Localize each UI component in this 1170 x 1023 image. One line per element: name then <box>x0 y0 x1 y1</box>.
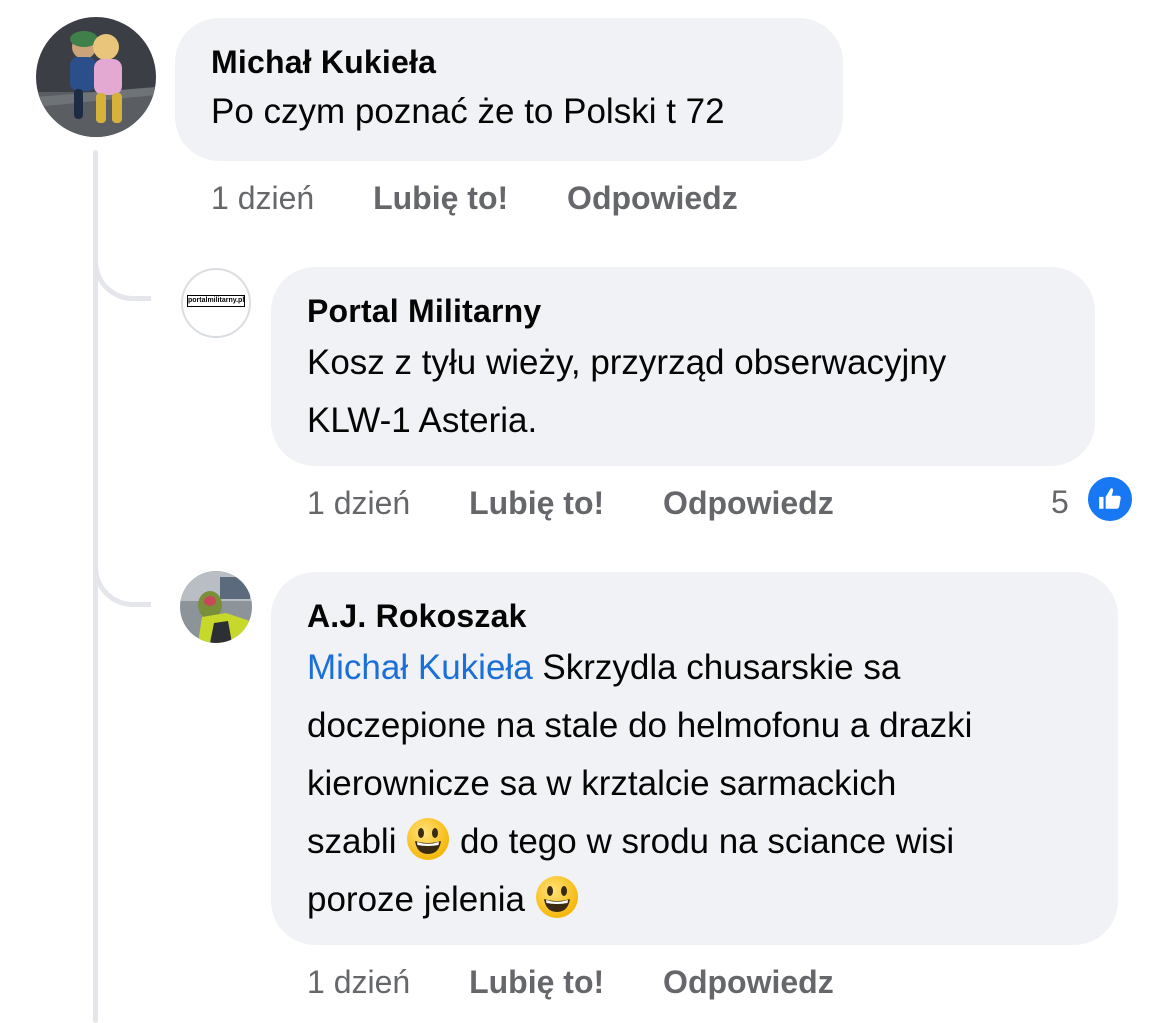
portal-logo: portalmilitarny.pl <box>187 295 245 307</box>
comment-bubble: Michał Kukieła Po czym poznać że to Pols… <box>175 18 843 161</box>
comment-text-line: Kosz z tyłu wieży, przyrząd obserwacyjny <box>307 343 947 382</box>
reaction-count[interactable]: 5 <box>1051 484 1069 521</box>
comment-text: szabli <box>307 822 407 861</box>
user-photo-icon <box>36 17 156 137</box>
grinning-face-emoji <box>535 876 578 918</box>
mention-link[interactable]: Michał Kukieła <box>307 648 533 687</box>
like-button[interactable]: Lubię to! <box>469 964 604 1001</box>
avatar[interactable]: portalmilitarny.pl <box>181 268 251 338</box>
user-photo-icon <box>180 571 252 643</box>
comment-text: Skrzydla chusarskie sa <box>532 648 901 687</box>
like-button[interactable]: Lubię to! <box>469 485 604 522</box>
reply-button[interactable]: Odpowiedz <box>567 180 738 217</box>
comment-author[interactable]: Portal Militarny <box>307 293 1095 330</box>
comment-text-line: doczepione na stale do helmofonu a drazk… <box>307 706 973 745</box>
comment-bubble: Portal Militarny Kosz z tyłu wieży, przy… <box>271 267 1095 466</box>
comment-bubble: A.J. Rokoszak Michał Kukieła Skrzydla ch… <box>271 572 1118 945</box>
comment-actions: 1 dzień Lubię to! Odpowiedz <box>307 964 834 1001</box>
reply-button[interactable]: Odpowiedz <box>663 964 834 1001</box>
thumbs-up-icon <box>1099 488 1121 509</box>
grinning-face-emoji <box>407 818 450 860</box>
comment-text-line: kierownicze sa w krztalcie sarmackich <box>307 764 897 803</box>
avatar[interactable] <box>36 17 156 137</box>
comment-actions: 1 dzień Lubię to! Odpowiedz <box>307 485 834 522</box>
comment-time[interactable]: 1 dzień <box>307 485 410 522</box>
comment-text-line: KLW-1 Asteria. <box>307 401 538 440</box>
comment-actions: 1 dzień Lubię to! Odpowiedz <box>211 180 738 217</box>
comment-text: Po czym poznać że to Polski t 72 <box>211 92 725 131</box>
like-button[interactable]: Lubię to! <box>373 180 508 217</box>
reaction-badge[interactable] <box>1085 474 1135 524</box>
avatar[interactable] <box>180 571 252 643</box>
comment-author[interactable]: Michał Kukieła <box>211 44 843 81</box>
reply-button[interactable]: Odpowiedz <box>663 485 834 522</box>
comment-time[interactable]: 1 dzień <box>211 180 314 217</box>
comment-time[interactable]: 1 dzień <box>307 964 410 1001</box>
comment-text: poroze jelenia <box>307 880 535 919</box>
thread-connector <box>93 256 151 301</box>
comment-text: do tego w srodu na sciance wisi <box>450 822 955 861</box>
comment-author[interactable]: A.J. Rokoszak <box>307 598 1118 635</box>
thread-connector <box>93 562 151 607</box>
